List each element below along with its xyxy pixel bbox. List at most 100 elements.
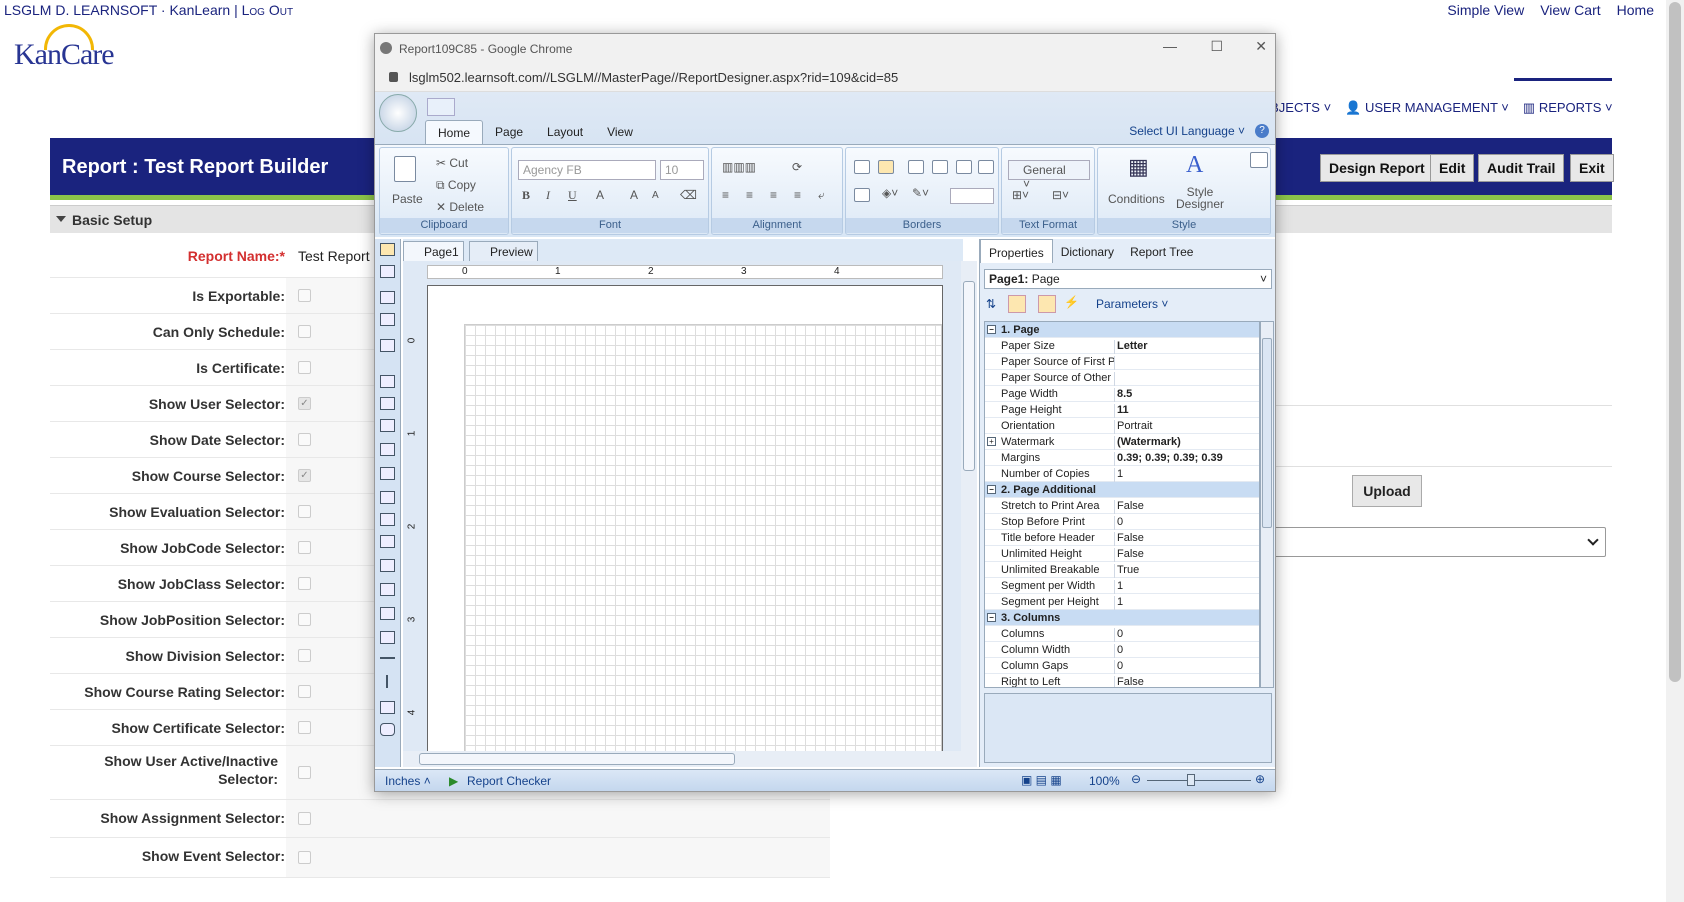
tab-page[interactable]: Page [483,120,535,144]
checkbox[interactable] [298,541,311,554]
minimize-icon[interactable]: — [1163,38,1177,54]
checkbox[interactable] [298,433,311,446]
canvas-vertical-scrollbar[interactable] [961,261,977,751]
subreport-icon[interactable] [380,491,395,504]
property-value[interactable]: False [1117,500,1144,512]
shrink-font-icon[interactable]: A [652,190,659,201]
maximize-icon[interactable]: ☐ [1210,38,1223,55]
report-checker-button[interactable]: Report Checker [467,774,551,788]
tab-preview[interactable]: Preview [469,241,538,261]
events-icon[interactable]: ⚡ [1064,295,1079,309]
scrollbar-thumb[interactable] [1262,338,1272,528]
property-row[interactable]: Margins 0.39; 0.39; 0.39; 0.39 [985,450,1259,466]
property-row[interactable]: Page Width 8.5 [985,386,1259,402]
view-cart-link[interactable]: View Cart [1540,2,1600,18]
panel-tool-icon[interactable] [380,397,395,410]
edit-button[interactable]: Edit [1430,154,1475,182]
property-value[interactable]: 8.5 [1117,388,1132,400]
property-row[interactable]: Paper Size Letter [985,338,1259,354]
property-row[interactable]: + Watermark (Watermark) [985,434,1259,450]
border-right-icon[interactable] [932,160,948,174]
help-icon[interactable]: ? [1255,124,1269,138]
conditions-button[interactable]: Conditions [1108,192,1165,206]
checkbox[interactable] [298,812,311,825]
bold-icon[interactable]: B [522,188,530,203]
cross-band-icon[interactable] [380,313,395,326]
checkbox[interactable] [298,361,311,374]
property-row[interactable]: Unlimited Breakable True [985,562,1259,578]
property-row[interactable]: Page Height 11 [985,402,1259,418]
checkbox[interactable] [298,649,311,662]
kancare-logo[interactable]: KanCare [14,24,124,74]
checkbox[interactable] [298,325,311,338]
parameters-menu[interactable]: Parameters ˅ [1096,297,1168,311]
property-row[interactable]: Stretch to Print Area False [985,498,1259,514]
property-category[interactable]: −2. Page Additional [985,482,1259,498]
richtext-tool-icon[interactable] [380,443,395,456]
units-select[interactable]: Inches ˄ [385,774,431,788]
tab-home[interactable]: Home [425,120,484,144]
property-row[interactable]: Column Width 0 [985,642,1259,658]
style-designer-button[interactable]: Style Designer [1168,186,1232,210]
property-category[interactable]: −1. Page [985,322,1259,338]
style-gallery-icon[interactable] [1250,152,1268,168]
page-scrollbar[interactable] [1666,0,1684,902]
property-value[interactable]: 1 [1117,580,1123,592]
property-value[interactable]: 1 [1117,596,1123,608]
tab-dictionary[interactable]: Dictionary [1053,239,1122,263]
font-size-select[interactable]: 10 [660,160,704,180]
nav-reports[interactable]: ▥ REPORTS ˅ [1523,100,1613,116]
checkbox[interactable]: ✓ [298,397,311,410]
clear-format-icon[interactable]: ⌫ [680,188,697,202]
border-all-icon[interactable] [854,160,870,174]
property-value[interactable]: Letter [1117,340,1148,352]
vline-tool-icon[interactable] [386,675,388,688]
font-color-icon[interactable]: A [596,188,604,202]
zoom-slider[interactable] [1147,780,1251,781]
app-name-link[interactable]: KanLearn [169,2,230,18]
line-color-icon[interactable]: ✎˅ [912,186,929,200]
logout-link[interactable]: Log Out [242,2,293,18]
zoom-out-icon[interactable]: ⊖ [1131,772,1141,786]
sort-az-icon[interactable]: ⇅ [986,297,996,311]
grow-font-icon[interactable]: A [630,188,638,202]
select-tool-icon[interactable] [380,243,395,256]
format-more-icon[interactable]: ⊟˅ [1052,188,1069,202]
checkbox[interactable] [298,685,311,698]
property-row[interactable]: Column Gaps 0 [985,658,1259,674]
property-value[interactable]: 0 [1117,516,1123,528]
checkbox[interactable] [298,766,311,779]
upload-button[interactable]: Upload [1352,475,1422,507]
zoom-in-icon[interactable]: ⊕ [1255,772,1265,786]
tab-layout[interactable]: Layout [535,120,595,144]
ui-language-select[interactable]: Select UI Language ˅ [1129,124,1245,138]
tab-page1[interactable]: Page1 [403,241,464,261]
wrap-text-icon[interactable]: ⤶ [818,188,825,203]
rectangle-tool-icon[interactable] [380,701,395,714]
nav-user-management[interactable]: 👤 USER MANAGEMENT ˅ [1345,100,1509,116]
report-page[interactable] [427,285,943,755]
line-style-icon[interactable] [950,188,994,204]
checkbox[interactable]: ✓ [298,469,311,482]
tab-properties[interactable]: Properties [980,239,1053,263]
align-center-icon[interactable]: ≡ [746,188,753,202]
dropdown-select[interactable] [1272,527,1606,557]
property-value[interactable]: 0.39; 0.39; 0.39; 0.39 [1117,452,1223,464]
home-link[interactable]: Home [1617,2,1654,18]
property-row[interactable]: Orientation Portrait [985,418,1259,434]
justify-icon[interactable]: ≡ [794,188,801,202]
exit-button[interactable]: Exit [1570,154,1614,182]
text-tool-icon[interactable] [380,419,395,432]
container-icon[interactable] [380,467,395,480]
zoom-slider-thumb[interactable] [1187,774,1195,786]
scrollbar-thumb[interactable] [419,753,735,765]
pan-tool-icon[interactable] [380,265,395,278]
checkbox[interactable] [298,721,311,734]
app-orb-button[interactable] [379,94,417,132]
simple-view-link[interactable]: Simple View [1447,2,1524,18]
property-row[interactable]: Unlimited Height False [985,546,1259,562]
save-icon[interactable] [427,98,455,116]
tab-view[interactable]: View [595,120,645,144]
border-left-icon[interactable] [908,160,924,174]
categorized-icon[interactable] [1008,295,1026,313]
